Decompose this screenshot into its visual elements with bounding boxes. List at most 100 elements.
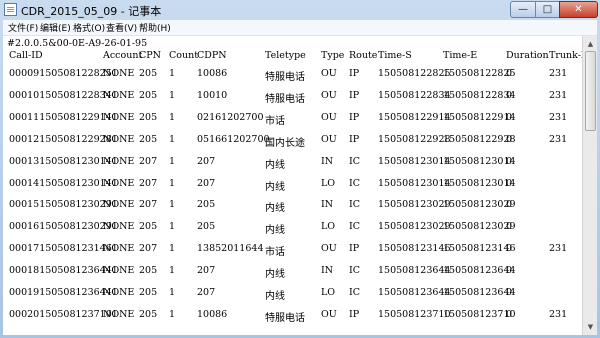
cell-count: 1 [169,243,176,254]
cell-cdpn: 051661202700 [197,134,270,145]
title-bar[interactable]: CDR_2015_05_09 - 记事本 — □ ✕ [0,0,600,20]
cell-duration: 0 [506,309,513,320]
cell-duration: 0 [506,199,513,210]
cell-time-e: 150508122834 [443,90,516,101]
cell-cpn: 207 [139,199,158,210]
cell-route: IP [349,68,360,79]
cell-route: IC [349,265,361,276]
cell-call-id: 000121505081229281 [9,134,118,145]
vertical-scrollbar[interactable]: ▲ ▼ [582,36,597,335]
menu-edit[interactable]: 编辑(E) [40,21,71,34]
first-line: #2.0.0.5&00-0E-A9-26-01-95 [7,38,148,49]
scroll-up-arrow-icon[interactable]: ▲ [585,38,596,50]
cell-account: NONE [103,90,135,101]
cell-cdpn: 10010 [197,90,228,101]
cell-account: NONE [103,134,135,145]
cell-call-id: 000101505081228341 [9,90,118,101]
minimize-button[interactable]: — [510,1,536,18]
cell-type: IN [321,156,334,167]
cell-count: 1 [169,112,176,123]
cell-time-e: 150508123710 [443,309,516,320]
cell-teletype: 内线 [265,291,285,302]
menu-bar: 文件(F) 编辑(E) 格式(O) 查看(V) 帮助(H) [3,20,597,36]
cell-cpn: 205 [139,287,158,298]
cell-account: NONE [103,265,135,276]
cell-trunk-n: 231 [549,68,568,79]
cell-time-s: 150508123644 [378,265,451,276]
header-count: Count [169,50,199,61]
menu-format[interactable]: 格式(O) [73,21,105,34]
cell-time-s: 150508123029 [378,221,451,232]
cell-duration: 0 [506,68,513,79]
cell-cdpn: 13852011644 [197,243,264,254]
cell-call-id: 000181505081236441 [9,265,118,276]
cell-teletype: 特服电话 [265,94,305,105]
close-button[interactable]: ✕ [559,1,598,18]
menu-file[interactable]: 文件(F) [8,21,38,34]
cell-account: NONE [103,309,135,320]
cell-cpn: 205 [139,112,158,123]
cell-account: NONE [103,243,135,254]
menu-help[interactable]: 帮助(H) [139,21,171,34]
cell-trunk-n: 231 [549,112,568,123]
cell-teletype: 市话 [265,247,285,258]
cell-cdpn: 207 [197,178,216,189]
cell-trunk-n: 231 [549,309,568,320]
cell-time-s: 150508123644 [378,287,451,298]
cell-time-s: 150508122834 [378,90,451,101]
cell-type: OU [321,309,337,320]
cell-duration: 0 [506,265,513,276]
scrollbar-thumb[interactable] [585,51,596,131]
cell-account: NONE [103,178,135,189]
cell-call-id: 000151505081230291 [9,199,118,210]
cell-route: IC [349,178,361,189]
header-time-e: Time-E [443,50,478,61]
cell-teletype: 内线 [265,269,285,280]
header-call-id: Call-ID [9,50,43,61]
cell-type: LO [321,178,336,189]
cell-teletype: 特服电话 [265,313,305,324]
cell-time-s: 150508122928 [378,134,451,145]
cell-route: IP [349,112,360,123]
cell-call-id: 000171505081231461 [9,243,118,254]
cell-route: IC [349,199,361,210]
text-editor-area[interactable]: #2.0.0.5&00-0E-A9-26-01-95 Call-ID Accoun… [3,36,582,335]
cell-type: LO [321,221,336,232]
cell-route: IC [349,287,361,298]
cell-type: OU [321,134,337,145]
cell-trunk-n: 231 [549,243,568,254]
menu-view[interactable]: 查看(V) [106,21,137,34]
cell-duration: 0 [506,221,513,232]
cell-teletype: 内线 [265,160,285,171]
cell-time-e: 150508123029 [443,199,516,210]
cell-type: OU [321,90,337,101]
cell-cpn: 205 [139,134,158,145]
cell-type: IN [321,265,334,276]
cell-count: 1 [169,178,176,189]
window-title: CDR_2015_05_09 - 记事本 [21,5,162,18]
maximize-button[interactable]: □ [535,1,560,18]
cell-account: NONE [103,221,135,232]
cell-teletype: 内线 [265,182,285,193]
cell-count: 1 [169,90,176,101]
cell-trunk-n: 231 [549,90,568,101]
cell-count: 1 [169,199,176,210]
cell-cdpn: 10086 [197,68,228,79]
cell-trunk-n: 231 [549,134,568,145]
cell-type: OU [321,243,337,254]
cell-count: 1 [169,134,176,145]
cell-duration: 0 [506,287,513,298]
scroll-down-arrow-icon[interactable]: ▼ [585,321,596,333]
cell-account: NONE [103,199,135,210]
cell-time-e: 150508122914 [443,112,516,123]
header-time-s: Time-S [378,50,412,61]
cell-cdpn: 205 [197,221,216,232]
cell-type: OU [321,68,337,79]
notepad-window: CDR_2015_05_09 - 记事本 — □ ✕ 文件(F) 编辑(E) 格… [0,0,600,338]
cell-time-e: 150508122928 [443,134,516,145]
cell-route: IP [349,134,360,145]
cell-type: IN [321,199,334,210]
cell-call-id: 000111505081229141 [9,112,118,123]
cell-time-e: 150508123029 [443,221,516,232]
cell-cpn: 207 [139,178,158,189]
